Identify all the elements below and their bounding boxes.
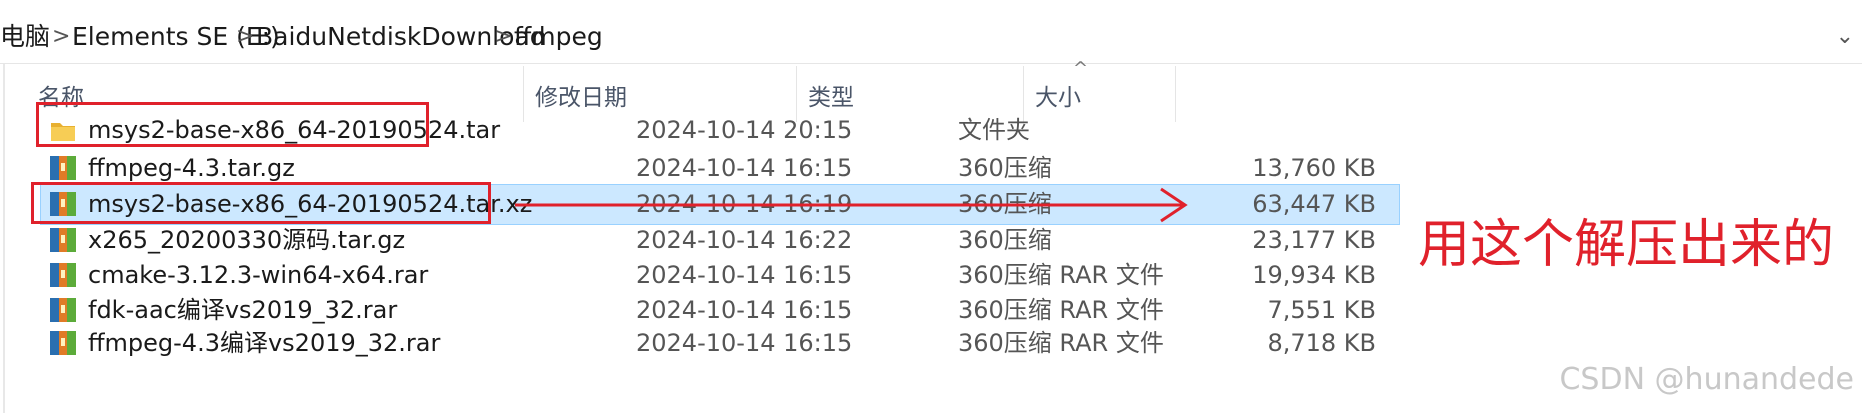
sort-ascending-icon: ^ [1073,58,1089,79]
breadcrumb-chevron-icon[interactable]: > [236,20,254,54]
file-modified: 2024-10-14 16:22 [636,226,853,254]
file-type: 360压缩 [958,226,1052,254]
archive-icon [48,225,78,255]
breadcrumb-item-ffmpeg[interactable]: ffmpeg [514,20,603,54]
address-bar[interactable]: 电脑 > Elements SE (E:) > BaiduNetdiskDown… [0,0,1862,64]
archive-icon [48,295,78,325]
file-name: cmake-3.12.3-win64-x64.rar [88,261,429,289]
annotation-box-archive [31,182,491,224]
file-type: 360压缩 RAR 文件 [958,261,1164,289]
column-header-size[interactable]: 大小 [1035,78,1081,112]
archive-icon [48,153,78,183]
file-modified: 2024-10-14 16:15 [636,329,853,357]
file-size: 19,934 KB [1252,261,1376,289]
file-modified: 2024-10-14 16:15 [636,154,853,182]
annotation-text: 用这个解压出来的 [1418,215,1835,275]
breadcrumb-item-pc[interactable]: 电脑 [0,20,50,54]
file-name: ffmpeg-4.3.tar.gz [88,154,295,182]
file-size: 8,718 KB [1267,329,1376,357]
file-size: 63,447 KB [1252,190,1376,218]
breadcrumb-chevron-icon[interactable]: > [494,20,512,54]
file-modified: 2024-10-14 20:15 [636,116,853,144]
list-left-border [3,64,5,413]
breadcrumb-chevron-icon[interactable]: > [52,20,70,54]
column-header-type[interactable]: 类型 [808,78,854,112]
archive-icon [48,260,78,290]
file-modified: 2024-10-14 16:15 [636,261,853,289]
archive-icon [48,328,78,358]
annotation-box-folder [36,102,429,147]
address-dropdown-icon[interactable]: ⌄ [1836,20,1854,54]
column-header-modified[interactable]: 修改日期 [535,78,627,112]
annotation-arrow-icon [515,187,1188,223]
file-name: ffmpeg-4.3编译vs2019_32.rar [88,329,441,357]
file-row[interactable]: ffmpeg-4.3编译vs2019_32.rar 2024-10-14 16:1… [40,323,1400,364]
file-type: 360压缩 RAR 文件 [958,329,1164,357]
file-name: x265_20200330源码.tar.gz [88,226,406,254]
file-type: 文件夹 [958,116,1030,144]
file-size: 13,760 KB [1252,154,1376,182]
watermark: CSDN @hunandede [1559,362,1854,397]
file-type: 360压缩 [958,154,1052,182]
file-size: 23,177 KB [1252,226,1376,254]
